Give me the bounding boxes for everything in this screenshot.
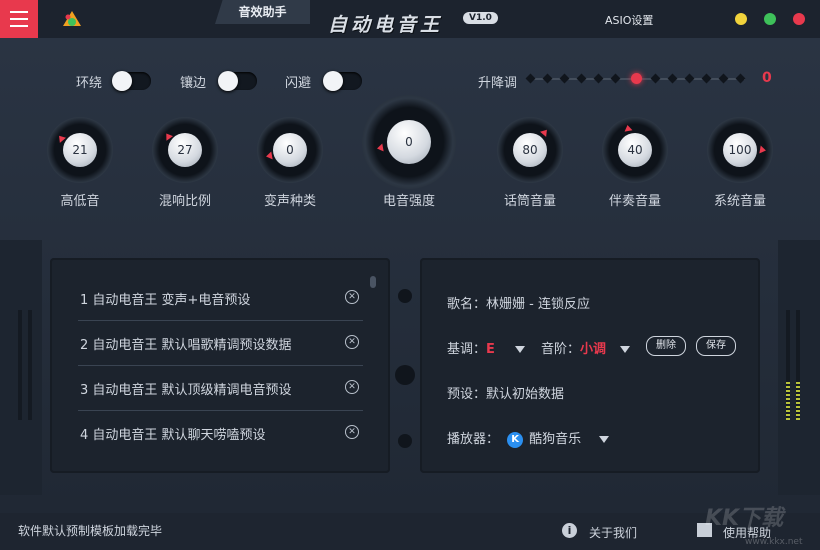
minimize-button[interactable] bbox=[735, 13, 747, 25]
kugou-icon: K bbox=[507, 431, 524, 448]
preset-name: 4 自动电音王 默认聊天唠嗑预设 bbox=[80, 428, 266, 443]
asio-settings-link[interactable]: ASIO设置 bbox=[605, 12, 653, 28]
watermark-url: www.kkx.net bbox=[745, 537, 803, 547]
connector-dot bbox=[398, 289, 412, 303]
knob-label: 电音强度 bbox=[382, 194, 435, 209]
preset-name: 2 自动电音王 默认唱歌精调预设数据 bbox=[80, 338, 292, 353]
accompaniment-volume-knob[interactable]: 40 bbox=[602, 117, 668, 183]
list-item[interactable]: 4 自动电音王 默认聊天唠嗑预设 ✕ bbox=[78, 411, 363, 455]
knob-value: 80 bbox=[513, 133, 547, 167]
scale-label: 音阶： bbox=[541, 342, 581, 357]
preset-list: 1 自动电音王 变声+电音预设 ✕ 2 自动电音王 默认唱歌精调预设数据 ✕ 3… bbox=[50, 258, 390, 473]
knob-label: 伴奏音量 bbox=[608, 194, 661, 209]
close-icon[interactable]: ✕ bbox=[345, 380, 359, 394]
flanger-toggle[interactable] bbox=[218, 71, 257, 91]
sound-assistant-tab[interactable]: 音效助手 bbox=[215, 0, 310, 24]
player-label: 播放器： bbox=[447, 432, 500, 447]
version-badge: V1.0 bbox=[463, 12, 498, 24]
song-info-panel: 歌名：林姗姗 - 连锁反应 基调：E 音阶：小调 预设：默认初始数据 播放器： … bbox=[420, 258, 760, 473]
knob-value: 100 bbox=[723, 133, 757, 167]
maximize-button[interactable] bbox=[764, 13, 776, 25]
surround-toggle[interactable] bbox=[112, 71, 151, 91]
song-label: 歌名： bbox=[447, 297, 487, 312]
close-icon[interactable]: ✕ bbox=[345, 425, 359, 439]
toggle-label-flanger: 镶边 bbox=[180, 76, 207, 91]
delete-button[interactable]: 删除 bbox=[646, 336, 686, 356]
key-value: E bbox=[486, 342, 495, 357]
player-value: 酷狗音乐 bbox=[529, 432, 582, 447]
preset-line: 预设：默认初始数据 bbox=[447, 383, 564, 402]
connector-dot bbox=[398, 434, 412, 448]
list-item[interactable]: 2 自动电音王 默认唱歌精调预设数据 ✕ bbox=[78, 321, 363, 366]
app-title: 自动电音王 V1.0 bbox=[328, 10, 503, 40]
scale-line: 音阶：小调 bbox=[541, 338, 631, 357]
key-line: 基调：E bbox=[447, 338, 526, 357]
knob-value: 0 bbox=[387, 120, 431, 164]
key-dropdown-icon[interactable] bbox=[515, 346, 526, 353]
info-icon[interactable]: i bbox=[562, 523, 577, 538]
knob-value: 27 bbox=[168, 133, 202, 167]
app-title-text: 自动电音王 bbox=[328, 14, 444, 36]
left-level-meter bbox=[0, 240, 42, 495]
key-label: 基调： bbox=[447, 342, 487, 357]
list-item[interactable]: 1 自动电音王 变声+电音预设 ✕ bbox=[78, 276, 363, 321]
scale-value: 小调 bbox=[580, 342, 607, 357]
watermark: KK下载 bbox=[705, 506, 784, 531]
save-button[interactable]: 保存 bbox=[696, 336, 736, 356]
knob-label: 话筒音量 bbox=[503, 194, 556, 209]
ducking-toggle[interactable] bbox=[323, 71, 362, 91]
pitch-value: 0 bbox=[762, 70, 772, 86]
hamburger-icon[interactable] bbox=[0, 0, 38, 38]
scale-dropdown-icon[interactable] bbox=[620, 346, 631, 353]
knob-label: 高低音 bbox=[60, 194, 100, 209]
pitch-label: 升降调 bbox=[478, 76, 518, 91]
player-dropdown-icon[interactable] bbox=[599, 436, 610, 443]
preset-name: 3 自动电音王 默认顶级精调电音预设 bbox=[80, 383, 292, 398]
preset-name: 1 自动电音王 变声+电音预设 bbox=[80, 293, 251, 308]
close-icon[interactable]: ✕ bbox=[345, 290, 359, 304]
close-button[interactable] bbox=[793, 13, 805, 25]
pitch-slider-handle[interactable] bbox=[631, 73, 642, 84]
knob-value: 0 bbox=[273, 133, 307, 167]
bass-treble-knob[interactable]: 21 bbox=[47, 117, 113, 183]
knob-value: 40 bbox=[618, 133, 652, 167]
mic-volume-knob[interactable]: 80 bbox=[497, 117, 563, 183]
knob-label: 变声种类 bbox=[263, 194, 316, 209]
system-volume-knob[interactable]: 100 bbox=[707, 117, 773, 183]
voice-type-knob[interactable]: 0 bbox=[257, 117, 323, 183]
about-link[interactable]: 关于我们 bbox=[589, 524, 637, 541]
preset-scrollbar[interactable] bbox=[370, 276, 376, 288]
player-line: 播放器： K 酷狗音乐 bbox=[447, 428, 610, 448]
reverb-ratio-knob[interactable]: 27 bbox=[152, 117, 218, 183]
preset-label: 预设： bbox=[447, 387, 487, 402]
app-logo-icon bbox=[63, 11, 81, 26]
preset-value: 默认初始数据 bbox=[486, 387, 565, 402]
knob-label: 系统音量 bbox=[713, 194, 766, 209]
status-message: 软件默认预制模板加载完毕 bbox=[18, 524, 163, 538]
song-line: 歌名：林姗姗 - 连锁反应 bbox=[447, 293, 590, 312]
connector-dot bbox=[395, 365, 415, 385]
toggle-label-surround: 环绕 bbox=[76, 76, 103, 91]
toggle-label-ducking: 闪避 bbox=[285, 76, 312, 91]
knob-label: 混响比例 bbox=[158, 194, 211, 209]
close-icon[interactable]: ✕ bbox=[345, 335, 359, 349]
knob-value: 21 bbox=[63, 133, 97, 167]
right-level-meter bbox=[778, 240, 820, 495]
electro-strength-knob[interactable]: 0 bbox=[362, 95, 456, 189]
list-item[interactable]: 3 自动电音王 默认顶级精调电音预设 ✕ bbox=[78, 366, 363, 411]
song-value: 林姗姗 - 连锁反应 bbox=[486, 297, 590, 312]
